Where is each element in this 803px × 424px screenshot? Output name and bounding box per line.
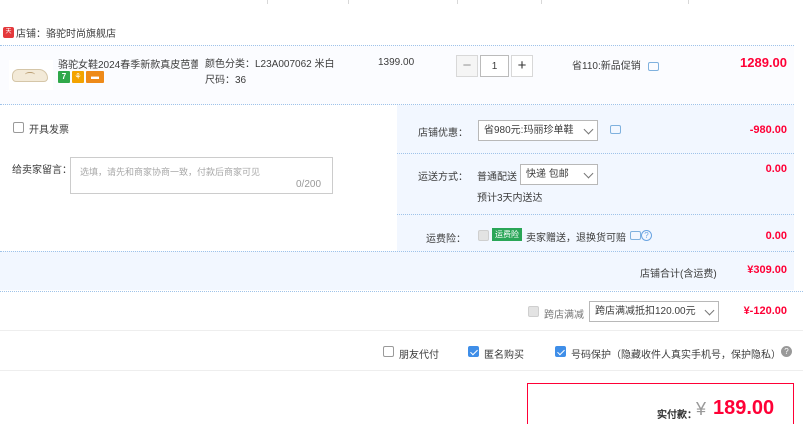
- cross-store-select[interactable]: 跨店满减抵扣120.00元: [589, 301, 719, 322]
- shipping-eta: 预计3天内送达: [477, 193, 543, 204]
- insurance-checkbox: [478, 230, 489, 241]
- quantity-stepper: − +: [456, 55, 533, 77]
- shipping-select[interactable]: 快递 包邮: [520, 164, 598, 185]
- invoice-checkbox[interactable]: [13, 122, 24, 133]
- seven-day-return-icon: 7: [58, 71, 70, 83]
- unit-price: 1399.00: [378, 57, 415, 68]
- divider: [397, 214, 794, 215]
- promotion-chat-icon[interactable]: [647, 62, 659, 71]
- chevron-down-icon: [704, 305, 715, 316]
- flower-service-icon: ⚘: [72, 71, 84, 83]
- store-total-label: 店铺合计(含运费): [640, 269, 717, 280]
- privacy-help-icon[interactable]: ?: [781, 346, 792, 357]
- store-name-label: 店铺：: [16, 29, 46, 40]
- insurance-help-icon[interactable]: ?: [641, 230, 652, 241]
- store-total-amount: ¥309.00: [747, 264, 787, 276]
- message-label: 给卖家留言：: [12, 165, 72, 176]
- insurance-tag: 运费险: [492, 228, 522, 241]
- anonymous-checkbox[interactable]: [468, 346, 479, 357]
- message-placeholder: 选填，请先和商家协商一致，付款后商家可见: [80, 167, 261, 177]
- card-payment-icon: ▬: [86, 71, 104, 83]
- shipping-amount: 0.00: [765, 163, 787, 175]
- chevron-down-icon: [583, 124, 594, 135]
- insurance-text: 卖家赠送，退换货可赔: [526, 233, 626, 244]
- store-name[interactable]: 店铺：骆驼时尚旗舰店: [16, 25, 116, 40]
- payment-label: 实付款：: [657, 410, 697, 421]
- order-item-row: [0, 45, 794, 105]
- cross-store-selected: 跨店满减抵扣120.00元: [595, 306, 696, 317]
- payment-amount: 189.00: [713, 397, 775, 419]
- payment-currency: ¥: [696, 399, 707, 419]
- tmall-store-icon: 天猫: [3, 27, 14, 46]
- chevron-down-icon: [583, 168, 594, 179]
- invoice-label: 开具发票: [29, 125, 69, 136]
- product-title[interactable]: 骆驼女鞋2024春季新款真皮芭蕾...: [58, 56, 198, 71]
- shop-discount-label: 店铺优惠：: [418, 128, 468, 139]
- item-subtotal: 1289.00: [740, 55, 787, 70]
- insurance-label: 运费险：: [426, 234, 466, 245]
- privacy-checkbox[interactable]: [555, 346, 566, 357]
- friend-pay-checkbox[interactable]: [383, 346, 394, 357]
- cross-store-amount: ¥-120.00: [743, 305, 787, 317]
- top-header-strip: [0, 0, 803, 5]
- sku-size: 尺码：36: [205, 75, 247, 86]
- shop-discount-selected: 省980元:玛丽珍单鞋: [484, 125, 574, 136]
- quantity-input[interactable]: [480, 55, 509, 77]
- decrease-quantity-button[interactable]: −: [456, 55, 478, 77]
- increase-quantity-button[interactable]: +: [511, 55, 533, 77]
- shipping-method: 普通配送: [477, 172, 517, 183]
- shipping-label: 运送方式：: [418, 172, 468, 183]
- cross-store-label: 跨店满减: [544, 310, 584, 321]
- cross-store-checkbox: [528, 306, 539, 317]
- product-sku: 颜色分类：L23A007062 米白 尺码：36: [205, 57, 335, 89]
- insurance-amount: 0.00: [765, 230, 787, 242]
- message-char-count: 0/200: [296, 179, 322, 190]
- shoe-image: [12, 69, 48, 82]
- service-badges: 7 ⚘ ▬: [58, 71, 104, 83]
- shipping-selected: 快递 包邮: [526, 169, 569, 180]
- product-thumbnail[interactable]: [9, 60, 53, 90]
- insurance-chat-icon[interactable]: [630, 231, 641, 240]
- divider: [0, 251, 794, 252]
- promotion-text: 省110:新品促销: [572, 61, 641, 72]
- privacy-label: 号码保护（隐藏收件人真实手机号，保护隐私）: [571, 350, 781, 361]
- item-promotion: 省110:新品促销: [572, 57, 659, 72]
- shop-discount-select[interactable]: 省980元:玛丽珍单鞋: [478, 120, 598, 141]
- anonymous-label: 匿名购买: [484, 350, 524, 361]
- friend-pay-label: 朋友代付: [399, 350, 439, 361]
- shop-discount-amount: -980.00: [749, 124, 787, 136]
- sku-color: 颜色分类：L23A007062 米白: [205, 59, 335, 70]
- divider: [397, 153, 794, 154]
- discount-chat-icon[interactable]: [610, 125, 621, 134]
- store-name-value[interactable]: 骆驼时尚旗舰店: [46, 29, 116, 40]
